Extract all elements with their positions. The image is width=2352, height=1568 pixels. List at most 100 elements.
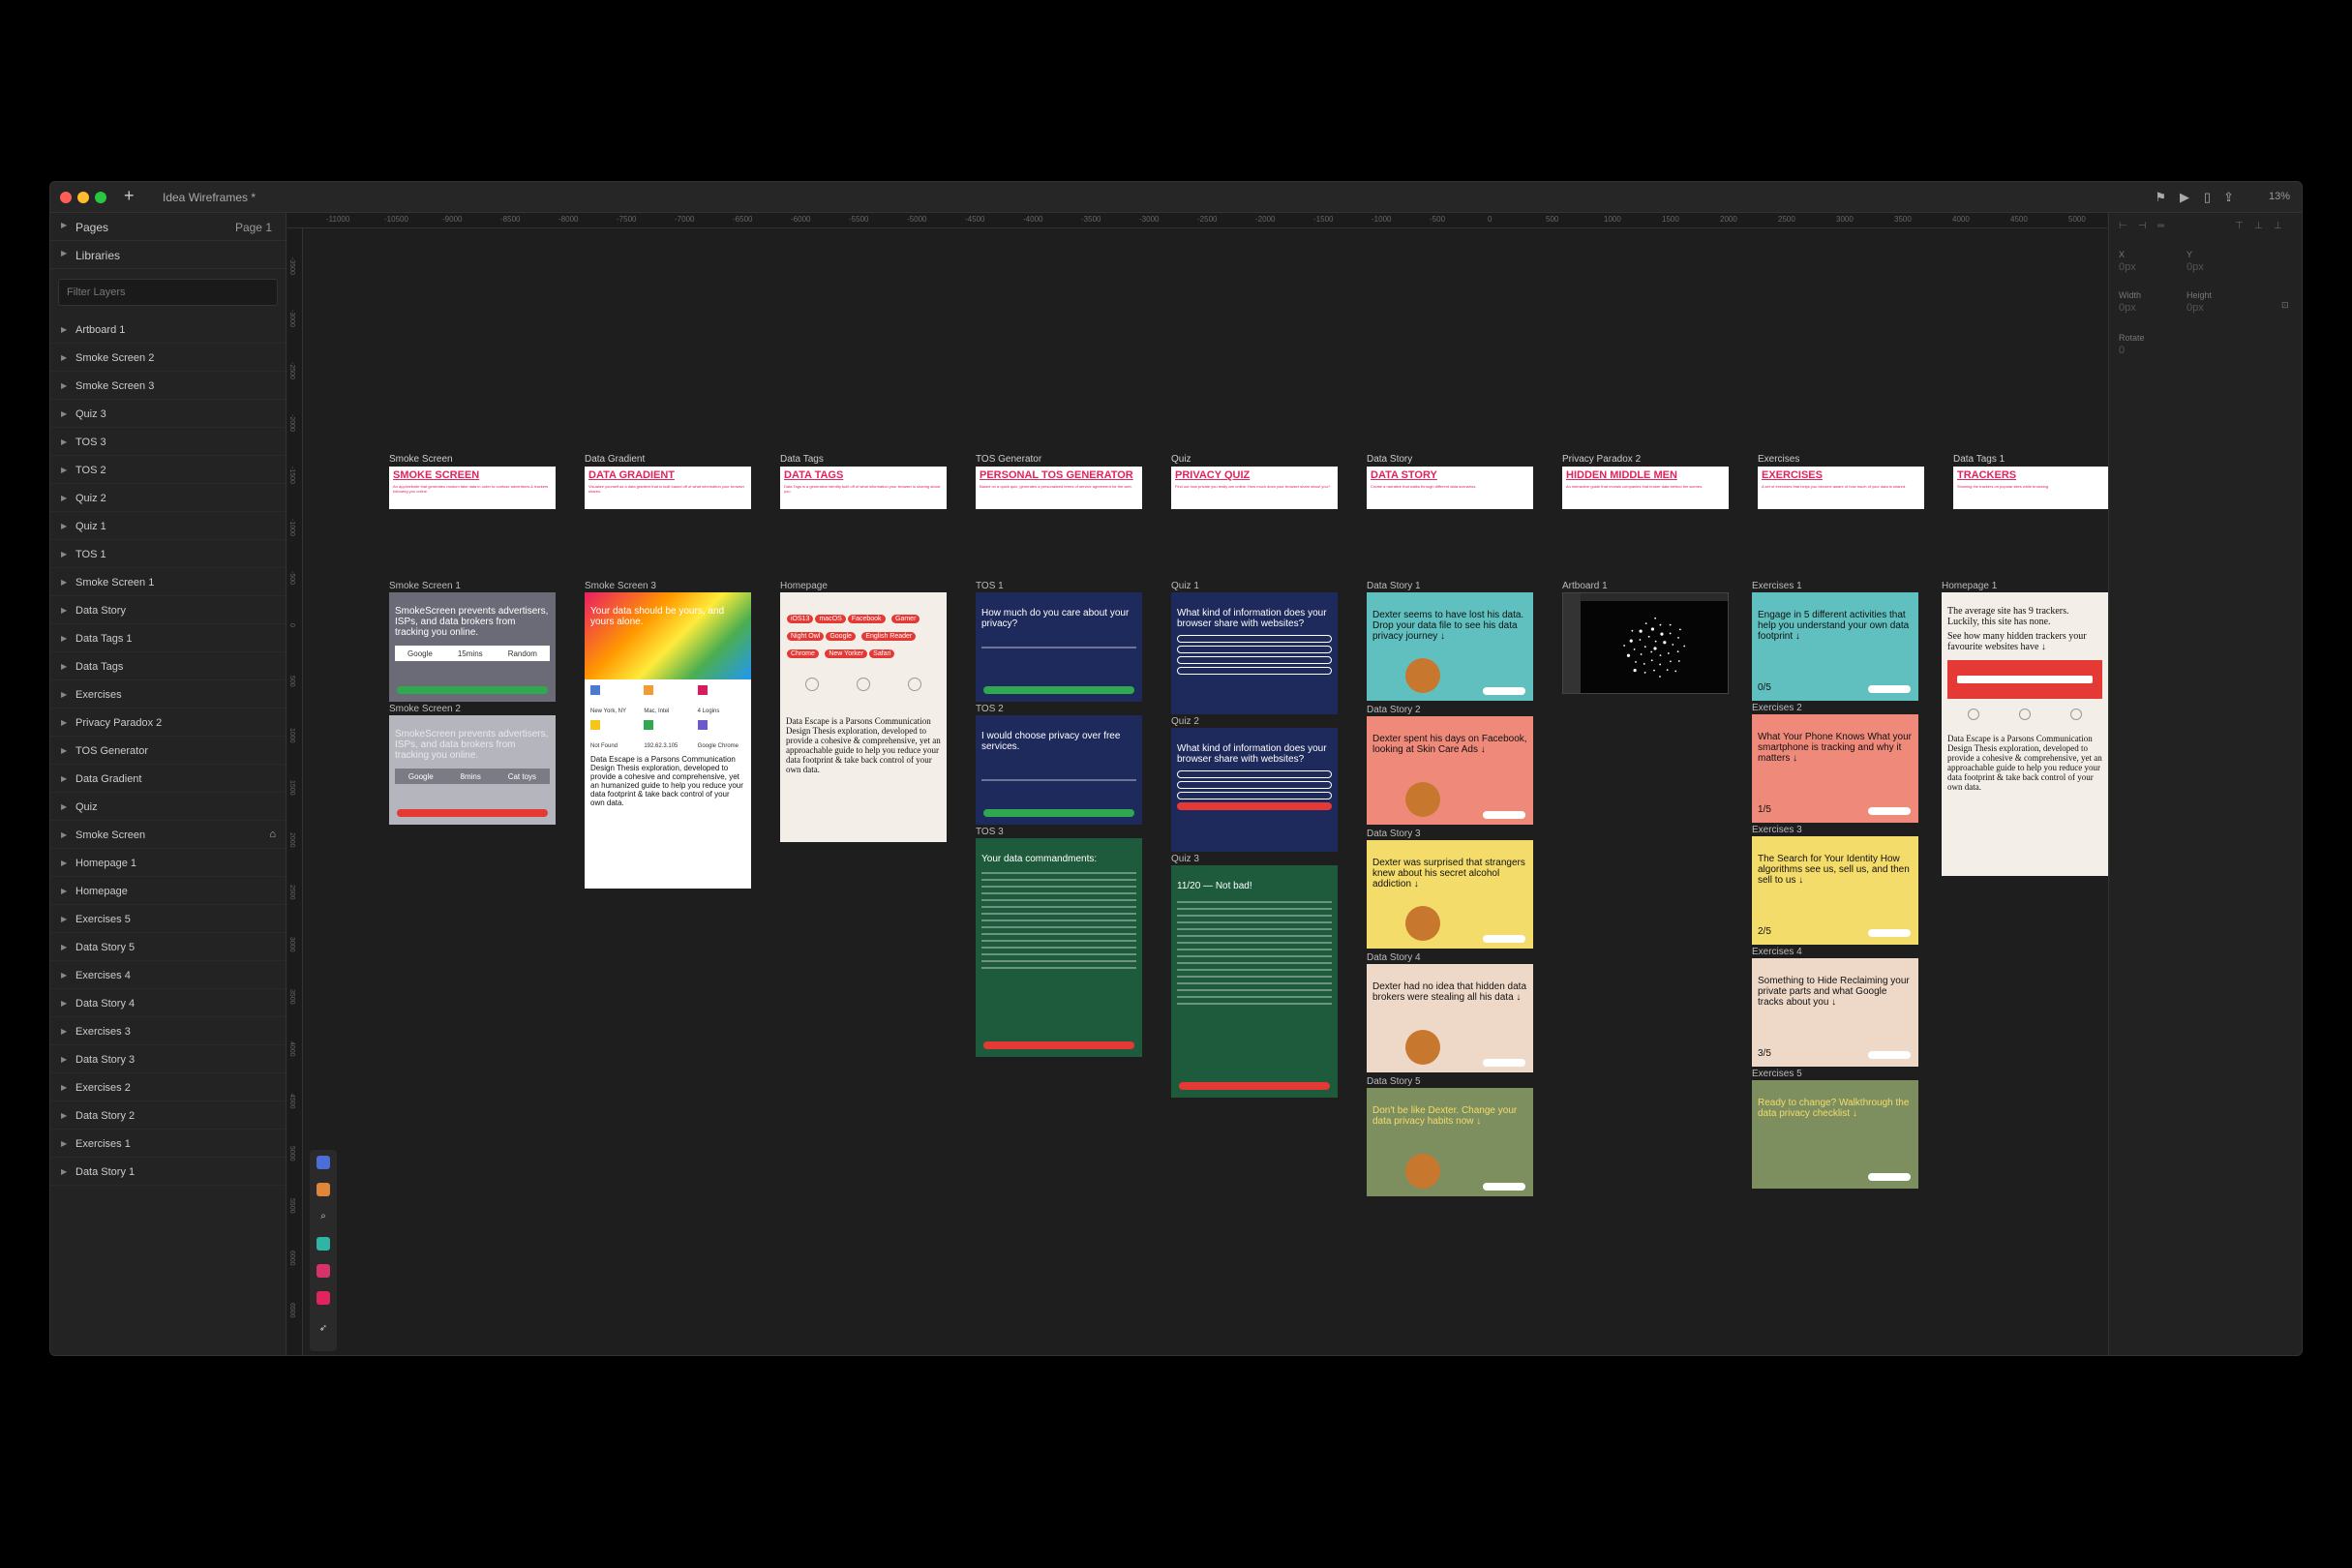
artboard-label[interactable]: Data Story 1 <box>1367 581 1421 591</box>
option-topic[interactable]: Cat toys <box>508 772 536 781</box>
option-search-engine[interactable]: Google <box>408 772 434 781</box>
tracker-search-panel[interactable] <box>1947 660 2102 699</box>
artboard-homepage[interactable]: iOS13 macOS Facebook GamerNight Owl Google … <box>780 592 947 842</box>
artboard-tos-1[interactable]: How much do you care about your privacy? <box>976 592 1142 702</box>
artboard-label[interactable]: Quiz 2 <box>1171 716 1199 727</box>
slider-track[interactable] <box>981 647 1136 648</box>
rotate-field[interactable]: 0 <box>2119 345 2125 356</box>
concept-header-card[interactable]: PRIVACY QUIZ Find out how private you rea… <box>1171 467 1338 509</box>
zoom-level[interactable]: 13% <box>2269 191 2290 202</box>
concept-header-card[interactable]: HIDDEN MIDDLE MEN An interactive guide th… <box>1562 467 1729 509</box>
artboard-label[interactable]: Smoke Screen 2 <box>389 704 461 714</box>
artboard-label[interactable]: Exercises 4 <box>1752 947 1802 957</box>
column-group-title[interactable]: Privacy Paradox 2 <box>1562 454 1641 465</box>
quiz-option[interactable] <box>1177 656 1332 664</box>
layer-item[interactable]: ▶ Data Story 1 <box>50 1158 286 1186</box>
column-group-title[interactable]: Data Tags 1 <box>1953 454 2005 465</box>
align-left-icon[interactable]: ⊢ <box>2119 221 2127 231</box>
quiz-option[interactable] <box>1177 635 1332 643</box>
artboard-label[interactable]: Homepage <box>780 581 828 591</box>
layer-item[interactable]: ▶ Exercises 4 <box>50 961 286 989</box>
stop-button[interactable] <box>397 809 548 817</box>
tag-pill[interactable]: Night Owl <box>787 632 825 641</box>
layer-item[interactable]: ▶ Smoke Screen 3 <box>50 372 286 400</box>
artboard-data-story-3[interactable]: Dexter was surprised that strangers knew… <box>1367 840 1533 949</box>
quiz-option[interactable] <box>1177 646 1332 653</box>
prototype-icon[interactable]: ⚑ <box>2155 190 2166 205</box>
layer-item[interactable]: ▶ Smoke Screen 1 <box>50 568 286 596</box>
width-field[interactable]: 0px <box>2119 302 2136 314</box>
layer-item[interactable]: ▶ TOS 1 <box>50 540 286 568</box>
column-group-title[interactable]: Data Story <box>1367 454 1412 465</box>
search-plugin-icon[interactable]: ⌕ <box>317 1210 330 1223</box>
close-window-button[interactable] <box>60 192 72 203</box>
artboard-exercises-4[interactable]: Something to Hide Reclaiming your privat… <box>1752 958 1918 1067</box>
lock-icon[interactable]: ⊡ <box>2281 300 2289 311</box>
next-button[interactable] <box>983 686 1134 694</box>
play-icon[interactable]: ▶ <box>2180 190 2189 205</box>
artboard-label[interactable]: Data Story 2 <box>1367 705 1421 715</box>
continue-button[interactable] <box>1483 1183 1525 1191</box>
concept-header-card[interactable]: EXERCISES A set of exercises that helps y… <box>1758 467 1924 509</box>
libraries-row[interactable]: ▶ Libraries <box>50 241 286 269</box>
minimize-window-button[interactable] <box>77 192 89 203</box>
layer-item[interactable]: ▶ TOS Generator <box>50 737 286 765</box>
layer-item[interactable]: ▶ Data Story 3 <box>50 1045 286 1073</box>
artboard-label[interactable]: Data Story 4 <box>1367 952 1421 963</box>
artboard-label[interactable]: Exercises 5 <box>1752 1069 1802 1079</box>
artboard-label[interactable]: Exercises 3 <box>1752 825 1802 835</box>
share-icon[interactable]: ⇪ <box>2223 190 2234 205</box>
tag-pill[interactable]: iOS13 <box>787 615 814 623</box>
y-field[interactable]: 0px <box>2186 261 2204 273</box>
artboard-label[interactable]: Homepage 1 <box>1942 581 1997 591</box>
slider-track[interactable] <box>981 779 1136 781</box>
start-button[interactable] <box>397 686 548 694</box>
start-exercise-button[interactable] <box>1868 685 1911 693</box>
layer-item[interactable]: ▶ Artboard 1 <box>50 316 286 344</box>
plugin-icon-4[interactable] <box>317 1237 330 1251</box>
artboard-exercises-2[interactable]: What Your Phone Knows What your smartpho… <box>1752 714 1918 823</box>
layer-item[interactable]: ▶ Exercises 1 <box>50 1130 286 1158</box>
artboard-data-story-1[interactable]: Dexter seems to have lost his data. Drop… <box>1367 592 1533 701</box>
artboard-label[interactable]: TOS 2 <box>976 704 1004 714</box>
artboard-label[interactable]: Artboard 1 <box>1562 581 1608 591</box>
device-preview-icon[interactable]: ▯ <box>2204 190 2211 205</box>
quiz-option[interactable] <box>1177 667 1332 675</box>
layer-item[interactable]: ▶ Exercises 3 <box>50 1017 286 1045</box>
layer-item[interactable]: ▶ Quiz <box>50 793 286 821</box>
layer-item[interactable]: ▶ Data Story 5 <box>50 933 286 961</box>
tracker-url-input[interactable] <box>1957 676 2093 683</box>
layer-item[interactable]: ▶ Smoke Screen 2 <box>50 344 286 372</box>
layer-item[interactable]: ▶ Data Story 2 <box>50 1101 286 1130</box>
artboard-label[interactable]: Data Story 3 <box>1367 829 1421 839</box>
insert-plus-icon[interactable]: + <box>124 186 135 206</box>
layer-item[interactable]: ▶ Data Story 4 <box>50 989 286 1017</box>
column-group-title[interactable]: Data Tags <box>780 454 824 465</box>
start-exercise-button[interactable] <box>1868 1173 1911 1181</box>
continue-button[interactable] <box>1483 935 1525 943</box>
column-group-title[interactable]: TOS Generator <box>976 454 1041 465</box>
column-group-title[interactable]: Quiz <box>1171 454 1191 465</box>
tag-pill[interactable]: Chrome <box>787 649 819 658</box>
height-field[interactable]: 0px <box>2186 302 2204 314</box>
artboard-label[interactable]: TOS 3 <box>976 827 1004 837</box>
artboard-label[interactable]: Smoke Screen 3 <box>585 581 656 591</box>
align-center-icon[interactable]: ⊣ <box>2138 221 2147 231</box>
tag-pill[interactable]: macOS <box>815 615 846 623</box>
rocket-icon[interactable]: ➶ <box>317 1322 330 1336</box>
start-exercise-button[interactable] <box>1868 1051 1911 1059</box>
artboard-data-story-5[interactable]: Don't be like Dexter. Change your data p… <box>1367 1088 1533 1196</box>
artboard-smoke-screen-2[interactable]: SmokeScreen prevents advertisers, ISPs, … <box>389 715 556 825</box>
tag-pill[interactable]: English Reader <box>861 632 917 641</box>
continue-button[interactable] <box>1483 1059 1525 1067</box>
artboard-label[interactable]: Exercises 2 <box>1752 703 1802 713</box>
start-exercise-button[interactable] <box>1868 807 1911 815</box>
continue-button[interactable] <box>1483 687 1525 695</box>
start-exercise-button[interactable] <box>1868 929 1911 937</box>
align-bottom-icon[interactable]: ⊥ <box>2274 221 2282 231</box>
option-duration[interactable]: 15mins <box>458 649 483 658</box>
artboard-quiz-2[interactable]: What kind of information does your brows… <box>1171 728 1338 852</box>
layer-item[interactable]: ▶ Quiz 2 <box>50 484 286 512</box>
artboard-1[interactable] <box>1562 592 1729 694</box>
artboard-quiz-3[interactable]: 11/20 — Not bad! <box>1171 865 1338 1098</box>
